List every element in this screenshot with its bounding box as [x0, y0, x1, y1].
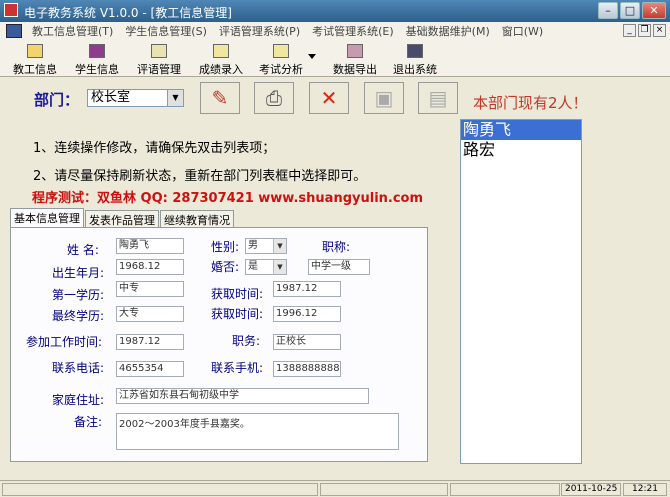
tool-exit-button[interactable]: 退出系统: [390, 42, 440, 76]
tool-analysis-button[interactable]: 考试分析: [256, 42, 316, 76]
edit-button[interactable]: ✎: [200, 82, 240, 114]
mobile-label: 联系手机:: [211, 361, 264, 375]
staff-listbox[interactable]: 陶勇飞 路宏: [460, 119, 582, 464]
save-button[interactable]: ▣: [364, 82, 404, 114]
edu1-time-label: 获取时间:: [211, 287, 264, 301]
gender-select[interactable]: 男 ▼: [245, 238, 287, 254]
tool-export-button[interactable]: 数据导出: [330, 42, 380, 76]
title-bar[interactable]: 电子教务系统 V1.0.0 - [教工信息管理] – □ ✕: [0, 0, 670, 22]
status-cell-2: [320, 483, 448, 496]
name-field[interactable]: 陶勇飞: [116, 238, 184, 254]
note-field[interactable]: 2002～2003年度手县嘉奖。: [116, 413, 399, 450]
tool-score-button[interactable]: 成绩录入: [196, 42, 246, 76]
edu1-label: 第一学历:: [52, 288, 105, 302]
gender-label: 性别:: [211, 240, 240, 254]
analysis-icon: [273, 44, 289, 58]
app-icon[interactable]: [4, 3, 18, 17]
work-label: 参加工作时间:: [26, 335, 103, 349]
hint-line-1: 1、连续操作修改，请确保先双击列表项；: [33, 141, 276, 156]
delete-button[interactable]: ✕: [309, 82, 349, 114]
phone-field[interactable]: 4655354: [116, 361, 184, 377]
married-label: 婚否:: [211, 260, 240, 274]
close-button[interactable]: ✕: [642, 2, 666, 19]
promo-text: 程序测试：双鱼林 QQ: 287307421 www.shuangyulin.c…: [32, 191, 424, 206]
status-bar: 2011-10-25 12:21: [0, 480, 670, 497]
edu2-label: 最终学历:: [52, 309, 105, 323]
staff-count-text: 本部门现有2人！: [473, 94, 588, 112]
addr-field[interactable]: 江苏省如东县石甸初级中学: [116, 388, 369, 404]
edu1-time-field[interactable]: 1987.12: [273, 281, 341, 297]
menu-exam[interactable]: 考试管理系统(E): [306, 23, 400, 39]
mdi-doc-icon[interactable]: [6, 24, 22, 38]
chevron-down-icon[interactable]: [308, 54, 316, 59]
phone-label: 联系电话:: [52, 361, 105, 375]
edu2-time-label: 获取时间:: [211, 307, 264, 321]
tool-student-button[interactable]: 学生信息: [72, 42, 122, 76]
mdi-close-button[interactable]: ×: [653, 24, 666, 37]
tab-continuing-edu[interactable]: 继续教育情况: [160, 210, 234, 228]
window-title: 电子教务系统 V1.0.0 - [教工信息管理]: [24, 6, 232, 20]
chevron-down-icon[interactable]: ▼: [167, 90, 183, 106]
note-label: 备注:: [74, 415, 103, 429]
chevron-down-icon[interactable]: ▼: [273, 260, 286, 274]
tab-publications[interactable]: 发表作品管理: [85, 210, 159, 228]
edu2-field[interactable]: 大专: [116, 306, 184, 322]
birth-label: 出生年月:: [52, 266, 105, 280]
staff-list-item[interactable]: 陶勇飞: [461, 120, 581, 140]
mdi-minimize-button[interactable]: _: [623, 24, 636, 37]
clear-button[interactable]: ▤: [418, 82, 458, 114]
menu-staff[interactable]: 教工信息管理(T): [26, 23, 119, 39]
app-window: 电子教务系统 V1.0.0 - [教工信息管理] – □ ✕ 教工信息管理(T)…: [0, 0, 670, 497]
basic-info-form: 姓 名: 陶勇飞 性别: 男 ▼ 职称: 出生年月: 1968.12 婚否: 是 ▼…: [10, 227, 428, 462]
birth-field[interactable]: 1968.12: [116, 259, 184, 275]
mdi-restore-button[interactable]: ❐: [638, 24, 651, 37]
print-button[interactable]: ⎙: [254, 82, 294, 114]
dept-select[interactable]: 校长室 ▼: [87, 89, 184, 107]
rank-field[interactable]: 中学一级: [308, 259, 370, 275]
tool-staff-button[interactable]: 教工信息: [10, 42, 60, 76]
exit-icon: [407, 44, 423, 58]
hint-line-2: 2、请尽量保持刷新状态，重新在部门列表框中选择即可。: [33, 169, 367, 184]
menu-basic-data[interactable]: 基础数据维护(M): [400, 23, 496, 39]
export-icon: [347, 44, 363, 58]
book-icon: [89, 44, 105, 58]
tool-comment-button[interactable]: 评语管理: [134, 42, 184, 76]
menu-bar: 教工信息管理(T) 学生信息管理(S) 评语管理系统(P) 考试管理系统(E) …: [0, 22, 670, 40]
edu2-time-field[interactable]: 1996.12: [273, 306, 341, 322]
dept-label: 部门：: [34, 91, 80, 109]
menu-comment[interactable]: 评语管理系统(P): [213, 23, 306, 39]
menu-window[interactable]: 窗口(W): [496, 23, 549, 39]
toolbar: 教工信息 学生信息 评语管理 成绩录入 考试分析 数据导出 退出系统: [0, 40, 670, 77]
title-label: 职称:: [322, 240, 351, 254]
post-label: 职务:: [232, 334, 261, 348]
addr-label: 家庭住址:: [52, 393, 105, 407]
status-time: 12:21: [623, 483, 667, 496]
married-select[interactable]: 是 ▼: [245, 259, 287, 275]
tab-strip: 基本信息管理 发表作品管理 继续教育情况: [10, 208, 235, 228]
name-label: 姓 名:: [67, 243, 99, 257]
edit-icon: [213, 44, 229, 58]
maximize-button[interactable]: □: [620, 2, 640, 19]
chevron-down-icon[interactable]: ▼: [273, 239, 286, 253]
status-cell-1: [2, 483, 318, 496]
edu1-field[interactable]: 中专: [116, 281, 184, 297]
post-field[interactable]: 正校长: [273, 334, 341, 350]
folder-icon: [27, 44, 43, 58]
staff-panel: 部门： 校长室 ▼ ✎ ⎙ ✕ ▣ ▤ 本部门现有2人！ 1、连续操作修改，请确…: [0, 77, 670, 480]
tab-basic-info[interactable]: 基本信息管理: [10, 208, 84, 228]
work-field[interactable]: 1987.12: [116, 334, 184, 350]
status-date: 2011-10-25: [561, 483, 621, 496]
staff-list-item[interactable]: 路宏: [461, 140, 581, 160]
status-cell-3: [450, 483, 560, 496]
notes-icon: [151, 44, 167, 58]
mobile-field[interactable]: 13888888888: [273, 361, 341, 377]
menu-student[interactable]: 学生信息管理(S): [119, 23, 213, 39]
minimize-button[interactable]: –: [598, 2, 618, 19]
